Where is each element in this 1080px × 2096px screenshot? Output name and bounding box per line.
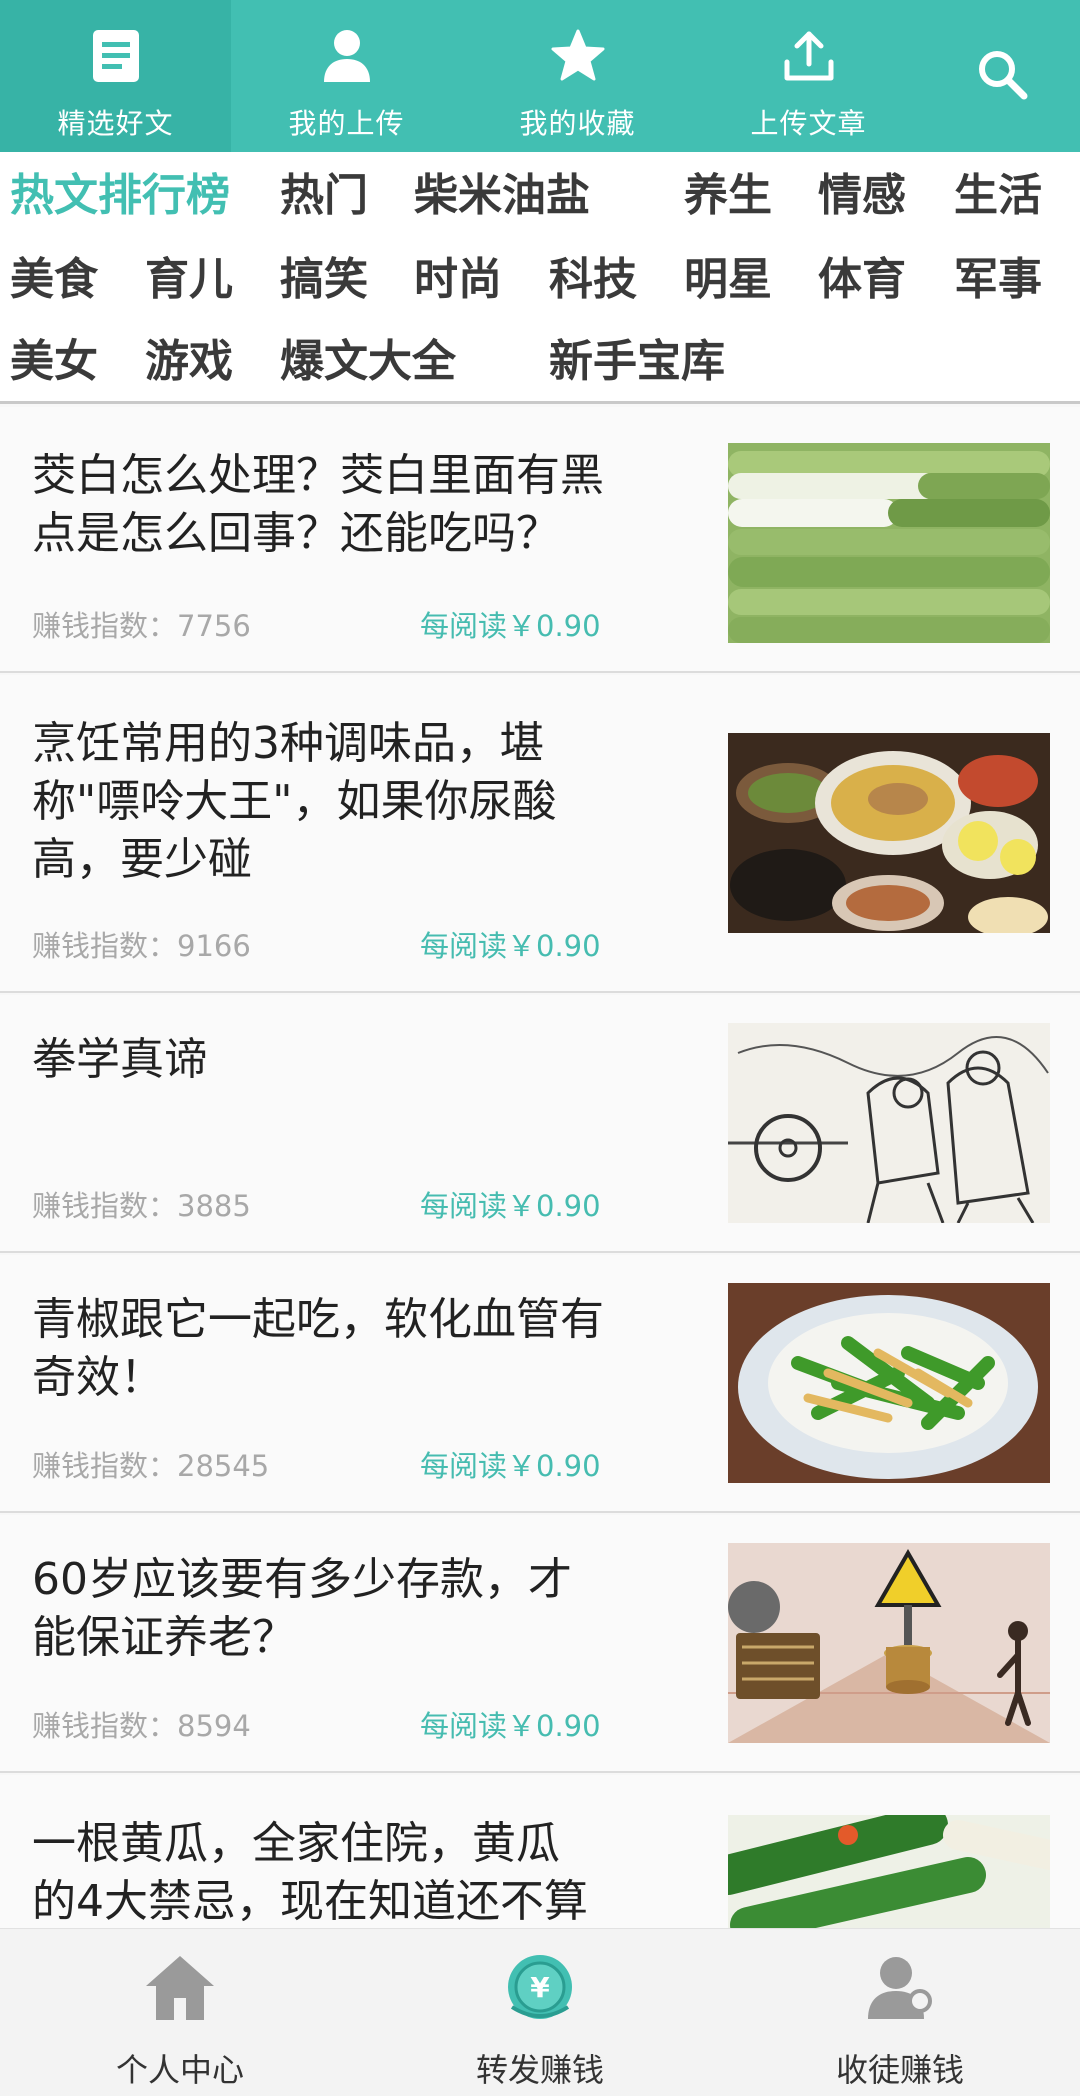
article-icon — [84, 24, 148, 88]
category-funny[interactable]: 搞笑 — [280, 252, 368, 308]
reward-per-read: 每阅读￥0.90 — [420, 1189, 601, 1223]
article-item[interactable]: 青椒跟它一起吃，软化血管有 奇效！ 赚钱指数：28545 每阅读￥0.90 — [0, 1255, 1080, 1513]
svg-text:¥: ¥ — [530, 1971, 550, 2004]
article-item[interactable]: 茭白怎么处理？茭白里面有黑 点是怎么回事？还能吃吗？ 赚钱指数：7756 每阅读… — [0, 407, 1080, 673]
reward-per-read: 每阅读￥0.90 — [420, 1709, 601, 1743]
category-emotion[interactable]: 情感 — [818, 168, 906, 224]
category-celebrity[interactable]: 明星 — [684, 252, 772, 308]
article-title-line: 的4大禁忌，现在知道还不算 — [32, 1876, 588, 1927]
category-life[interactable]: 生活 — [954, 168, 1042, 224]
article-title: 茭白怎么处理？茭白里面有黑 点是怎么回事？还能吃吗？ — [32, 447, 712, 563]
article-title-line: 一根黄瓜，全家住院，黄瓜 — [32, 1818, 560, 1869]
upload-icon — [777, 24, 841, 88]
tab-upload-article[interactable]: 上传文章 — [693, 0, 924, 152]
category-beginner-guide[interactable]: 新手宝库 — [549, 334, 725, 390]
nav-share-earn[interactable]: ¥ 转发赚钱 — [360, 1929, 720, 2096]
earning-index: 赚钱指数：9166 — [32, 929, 251, 963]
search-icon — [974, 46, 1030, 106]
home-icon — [140, 1947, 220, 2027]
category-daily-life[interactable]: 柴米油盐 — [414, 168, 590, 224]
tab-my-favorites-label: 我的收藏 — [519, 107, 636, 140]
article-title-line: 高，要少碰 — [32, 834, 252, 885]
article-title: 60岁应该要有多少存款，才 能保证养老？ — [32, 1551, 712, 1667]
article-title-line: 烹饪常用的3种调味品，堪 — [32, 718, 544, 769]
earning-index: 赚钱指数：3885 — [32, 1189, 251, 1223]
article-title-line: 奇效！ — [32, 1352, 164, 1403]
article-title-line: 青椒跟它一起吃，软化血管有 — [32, 1294, 604, 1345]
article-thumbnail — [728, 443, 1050, 643]
yuan-coin-icon: ¥ — [500, 1947, 580, 2027]
tab-featured[interactable]: 精选好文 — [0, 0, 231, 152]
category-bar: 热文排行榜 热门 柴米油盐 养生 情感 生活 美食 育儿 搞笑 时尚 科技 明星… — [0, 152, 1080, 404]
nav-recruit-earn[interactable]: 收徒赚钱 — [720, 1929, 1080, 2096]
star-icon — [546, 24, 610, 88]
tab-featured-label: 精选好文 — [57, 107, 174, 140]
category-hot[interactable]: 热门 — [280, 168, 368, 224]
article-title-line: 拳学真谛 — [32, 1034, 208, 1085]
earning-index: 赚钱指数：28545 — [32, 1449, 270, 1483]
category-fashion[interactable]: 时尚 — [414, 252, 502, 308]
nav-personal-center[interactable]: 个人中心 — [0, 1929, 360, 2096]
category-food[interactable]: 美食 — [10, 252, 98, 308]
category-military[interactable]: 军事 — [954, 252, 1042, 308]
category-tech[interactable]: 科技 — [549, 252, 637, 308]
reward-per-read: 每阅读￥0.90 — [420, 609, 601, 643]
article-title: 青椒跟它一起吃，软化血管有 奇效！ — [32, 1291, 712, 1407]
nav-share-earn-label: 转发赚钱 — [475, 2051, 604, 2089]
tab-my-favorites[interactable]: 我的收藏 — [462, 0, 693, 152]
app-screen: 精选好文 我的上传 我的收藏 上传文章 热文排行榜 热门 柴米油盐 养生 情感 … — [0, 0, 1080, 2096]
article-item[interactable]: 拳学真谛 赚钱指数：3885 每阅读￥0.90 — [0, 995, 1080, 1253]
top-nav: 精选好文 我的上传 我的收藏 上传文章 — [0, 0, 1080, 152]
article-thumbnail — [728, 1023, 1050, 1223]
nav-personal-center-label: 个人中心 — [115, 2051, 244, 2089]
tab-my-uploads-label: 我的上传 — [288, 107, 405, 140]
article-title-line: 能保证养老？ — [32, 1612, 296, 1663]
article-title: 拳学真谛 — [32, 1031, 712, 1089]
reward-per-read: 每阅读￥0.90 — [420, 929, 601, 963]
article-item[interactable]: 烹饪常用的3种调味品，堪 称"嘌呤大王"，如果你尿酸 高，要少碰 赚钱指数：91… — [0, 675, 1080, 993]
article-title: 烹饪常用的3种调味品，堪 称"嘌呤大王"，如果你尿酸 高，要少碰 — [32, 715, 712, 889]
article-thumbnail — [728, 1283, 1050, 1483]
article-title-line: 点是怎么回事？还能吃吗？ — [32, 508, 560, 559]
nav-recruit-earn-label: 收徒赚钱 — [835, 2051, 964, 2089]
category-beauty[interactable]: 美女 — [10, 334, 98, 390]
tab-upload-article-label: 上传文章 — [750, 107, 867, 140]
category-games[interactable]: 游戏 — [145, 334, 233, 390]
category-viral-collection[interactable]: 爆文大全 — [280, 334, 456, 390]
category-sports[interactable]: 体育 — [818, 252, 906, 308]
article-title-line: 60岁应该要有多少存款，才 — [32, 1554, 572, 1605]
recruit-user-icon — [860, 1947, 940, 2027]
article-thumbnail — [728, 1543, 1050, 1743]
article-title-line: 称"嘌呤大王"，如果你尿酸 — [32, 776, 557, 827]
user-icon — [315, 24, 379, 88]
category-parenting[interactable]: 育儿 — [145, 252, 233, 308]
article-title: 一根黄瓜，全家住院，黄瓜 的4大禁忌，现在知道还不算 — [32, 1815, 712, 1931]
category-health[interactable]: 养生 — [684, 168, 772, 224]
earning-index: 赚钱指数：8594 — [32, 1709, 251, 1743]
article-item[interactable]: 60岁应该要有多少存款，才 能保证养老？ 赚钱指数：8594 每阅读￥0.90 — [0, 1515, 1080, 1773]
bottom-nav: 个人中心 ¥ 转发赚钱 收徒赚钱 — [0, 1928, 1080, 2096]
article-thumbnail — [728, 733, 1050, 933]
tab-my-uploads[interactable]: 我的上传 — [231, 0, 462, 152]
search-button[interactable] — [924, 0, 1080, 152]
reward-per-read: 每阅读￥0.90 — [420, 1449, 601, 1483]
earning-index: 赚钱指数：7756 — [32, 609, 251, 643]
category-hot-ranking[interactable]: 热文排行榜 — [10, 168, 230, 224]
article-title-line: 茭白怎么处理？茭白里面有黑 — [32, 450, 604, 501]
